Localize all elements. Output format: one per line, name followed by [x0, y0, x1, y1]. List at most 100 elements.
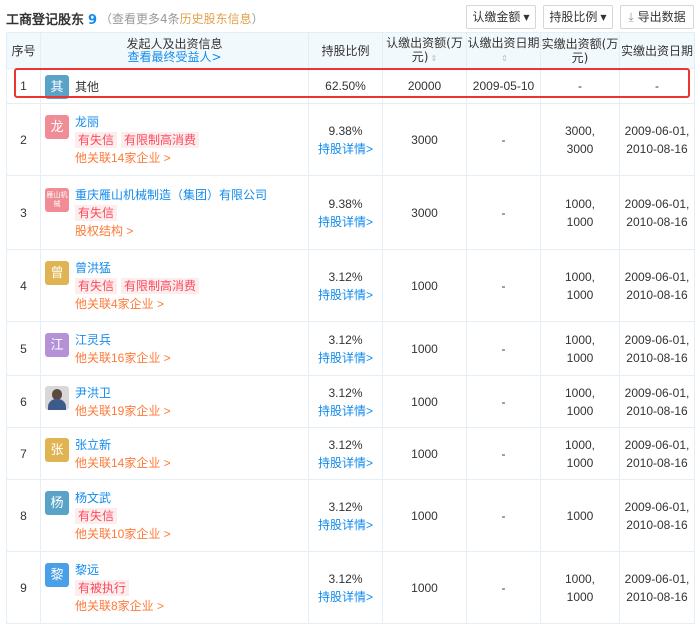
row-info: 黎 黎远 有被执行 他关联8家企业 >	[40, 551, 309, 624]
table-row: 6 尹洪卫 他关联19家企业 > 3.12% 持股详情> 1000-1000, 100…	[6, 375, 695, 428]
row-paid: -	[540, 68, 620, 104]
row-paid: 1000, 1000	[540, 175, 620, 250]
row-subscribed: 20000	[382, 68, 467, 104]
caret-down-icon: ▼	[600, 12, 607, 22]
col-sub-date-label: 认缴出资日期	[467, 35, 540, 50]
row-paid-date: 2009-06-01, 2010-08-16	[619, 321, 695, 376]
row-ratio: 9.38% 持股详情>	[308, 103, 383, 176]
row-seq: 1	[6, 68, 41, 104]
download-icon: ⤓	[628, 10, 634, 24]
paid-amount-2: 1000	[566, 455, 594, 470]
holding-detail-link[interactable]: 持股详情>	[309, 402, 382, 420]
more-count-text: （查看更多4条	[100, 12, 180, 26]
paid-date: 2009-06-01,	[624, 571, 690, 586]
ratio-sort-button[interactable]: 持股比例 ▼	[543, 5, 613, 29]
paid-date-2: 2010-08-16	[626, 455, 688, 470]
risk-tag[interactable]: 有失信	[75, 204, 118, 221]
row-subscribed: 1000	[382, 427, 467, 480]
paid-amount: 1000,	[564, 196, 596, 211]
col-info: 发起人及出资信息 查看最终受益人>	[40, 32, 309, 69]
related-companies-link[interactable]: 他关联19家企业 >	[75, 402, 171, 420]
row-paid-date: 2009-06-01, 2010-08-16	[619, 551, 695, 624]
related-companies-link[interactable]: 他关联10家企业 >	[75, 525, 171, 543]
risk-tag[interactable]: 有限制高消费	[121, 131, 200, 148]
risk-tags: 有失信 有限制高消费	[75, 277, 203, 295]
holding-detail-link[interactable]: 持股详情>	[309, 349, 382, 367]
shareholder-name[interactable]: 黎远	[75, 561, 164, 579]
row-paid: 1000, 1000	[540, 249, 620, 322]
col-ratio: 持股比例	[308, 32, 383, 69]
shareholder-name[interactable]: 重庆雁山机械制造（集团）有限公司	[75, 186, 267, 204]
holding-detail-link[interactable]: 持股详情>	[309, 454, 382, 472]
row-sub-date: -	[466, 321, 541, 376]
row-sub-date: -	[466, 427, 541, 480]
risk-tag[interactable]: 有失信	[75, 277, 118, 294]
row-info: 尹洪卫 他关联19家企业 >	[40, 375, 309, 428]
row-ratio: 3.12% 持股详情>	[308, 427, 383, 480]
risk-tag[interactable]: 有限制高消费	[121, 277, 200, 294]
sort-icon[interactable]: ⇕	[501, 54, 508, 63]
more-info: （查看更多4条历史股东信息）	[100, 10, 264, 27]
row-ratio: 9.38% 持股详情>	[308, 175, 383, 250]
row-ratio: 3.12% 持股详情>	[308, 479, 383, 552]
related-companies-link[interactable]: 股权结构 >	[75, 222, 267, 240]
paid-date: 2009-06-01,	[624, 332, 690, 347]
risk-tags: 有失信 有限制高消费	[75, 131, 203, 149]
paid-amount-2: 1000	[566, 589, 594, 604]
more-close-paren: ）	[251, 12, 264, 26]
history-shareholders-link[interactable]: 历史股东信息	[180, 12, 252, 26]
risk-tag[interactable]: 有失信	[75, 131, 118, 148]
related-companies-link[interactable]: 他关联14家企业 >	[75, 454, 171, 472]
paid-date: 2009-06-01,	[624, 385, 690, 400]
share-ratio: 9.38%	[328, 123, 363, 138]
related-companies-link[interactable]: 他关联8家企业 >	[75, 597, 164, 615]
row-subscribed: 3000	[382, 175, 467, 250]
table-row: 1 其其他 62.50% 20000 2009-05-10 - -	[6, 68, 695, 104]
paid-date: 2009-06-01,	[624, 123, 690, 138]
shareholder-name[interactable]: 龙丽	[75, 113, 203, 131]
holding-detail-link[interactable]: 持股详情>	[309, 516, 382, 534]
col-info-label: 发起人及出资信息	[126, 36, 223, 51]
shareholder-name[interactable]: 张立新	[75, 436, 171, 454]
shareholder-name[interactable]: 江灵兵	[75, 331, 171, 349]
paid-date-2: 2010-08-16	[626, 589, 688, 604]
related-companies-link[interactable]: 他关联16家企业 >	[75, 349, 171, 367]
final-beneficiary-link[interactable]: 查看最终受益人>	[41, 50, 308, 64]
export-button[interactable]: ⤓ 导出数据	[620, 5, 694, 29]
amount-sort-button[interactable]: 认缴金额 ▼	[466, 5, 536, 29]
row-paid: 3000, 3000	[540, 103, 620, 176]
row-info: 杨 杨文武 有失信 他关联10家企业 >	[40, 479, 309, 552]
holding-detail-link[interactable]: 持股详情>	[309, 213, 382, 231]
risk-tag[interactable]: 有失信	[75, 507, 118, 524]
row-seq: 9	[6, 551, 41, 624]
caret-down-icon: ▼	[523, 12, 530, 22]
row-sub-date: -	[466, 479, 541, 552]
row-paid: 1000	[540, 479, 620, 552]
section-title: 工商登记股东 9	[6, 9, 97, 28]
paid-amount-2: 1000	[566, 350, 594, 365]
shareholder-name[interactable]: 杨文武	[75, 489, 171, 507]
table-row: 5江 江灵兵 他关联16家企业 > 3.12% 持股详情> 1000-1000, 10…	[6, 321, 695, 376]
share-ratio: 62.50%	[325, 79, 366, 93]
amount-sort-label: 认缴金额	[472, 10, 521, 24]
row-paid-date: -	[619, 68, 695, 104]
related-companies-link[interactable]: 他关联14家企业 >	[75, 149, 203, 167]
holding-detail-link[interactable]: 持股详情>	[309, 140, 382, 158]
row-paid: 1000, 1000	[540, 427, 620, 480]
row-ratio: 3.12% 持股详情>	[308, 321, 383, 376]
row-paid-date: 2009-06-01, 2010-08-16	[619, 427, 695, 480]
section-title-text: 工商登记股东	[6, 13, 85, 28]
paid-date-2: 2010-08-16	[626, 350, 688, 365]
risk-tag[interactable]: 有被执行	[75, 579, 130, 596]
sort-icon[interactable]: ⇕	[430, 54, 437, 63]
paid-amount-2: 1000	[566, 287, 594, 302]
row-subscribed: 3000	[382, 103, 467, 176]
related-companies-link[interactable]: 他关联4家企业 >	[75, 295, 203, 313]
holding-detail-link[interactable]: 持股详情>	[309, 588, 382, 606]
shareholder-name[interactable]: 曾洪猛	[75, 259, 203, 277]
share-ratio: 3.12%	[328, 437, 363, 452]
avatar: 龙	[45, 114, 69, 139]
paid-amount-2: 1000	[566, 214, 594, 229]
shareholder-name[interactable]: 尹洪卫	[75, 384, 171, 402]
holding-detail-link[interactable]: 持股详情>	[309, 286, 382, 304]
